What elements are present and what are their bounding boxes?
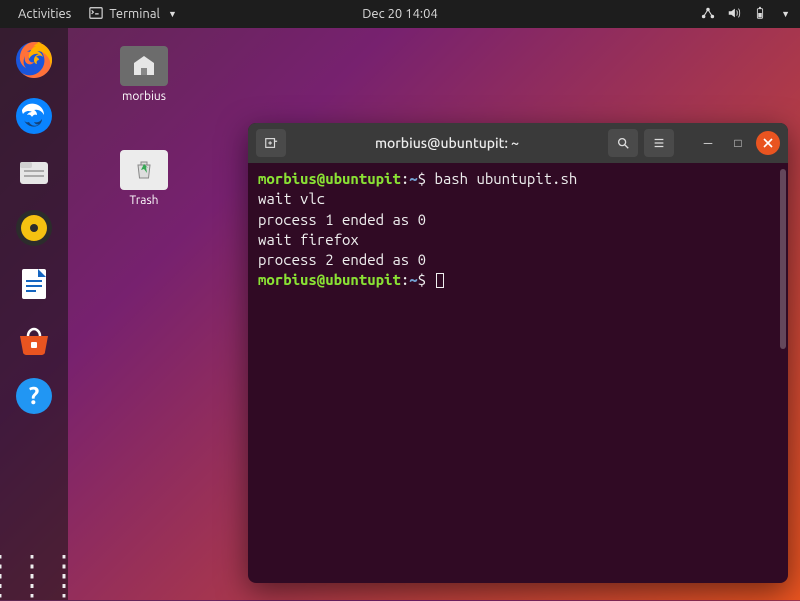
rhythmbox-icon[interactable]	[10, 204, 58, 252]
app-menu[interactable]: Terminal ▼	[79, 6, 187, 23]
new-tab-button[interactable]	[256, 129, 286, 157]
desktop[interactable]: morbius Trash morbius@ubuntupit: ~ ─ □	[68, 28, 800, 600]
files-icon[interactable]	[10, 148, 58, 196]
hamburger-menu-button[interactable]	[644, 129, 674, 157]
chevron-down-icon: ▼	[168, 9, 177, 19]
help-icon[interactable]: ?	[10, 372, 58, 420]
libreoffice-writer-icon[interactable]	[10, 260, 58, 308]
terminal-icon	[89, 6, 103, 23]
maximize-button[interactable]: □	[726, 131, 750, 155]
minimize-button[interactable]: ─	[696, 131, 720, 155]
close-button[interactable]	[756, 131, 780, 155]
trash[interactable]: Trash	[108, 150, 180, 207]
terminal-body[interactable]: morbius@ubuntupit:~$ bash ubuntupit.sh w…	[248, 163, 788, 583]
ubuntu-software-icon[interactable]	[10, 316, 58, 364]
network-icon[interactable]	[701, 6, 715, 23]
thunderbird-icon[interactable]	[10, 92, 58, 140]
terminal-line: wait vlc	[258, 189, 778, 209]
svg-text:?: ?	[29, 382, 40, 409]
terminal-line: morbius@ubuntupit:~$	[258, 270, 778, 290]
volume-icon[interactable]	[727, 6, 741, 23]
show-applications-button[interactable]: ⋮⋮⋮⋮⋮⋮⋮⋮⋮	[10, 552, 58, 600]
cursor	[436, 273, 444, 288]
clock[interactable]: Dec 20 14:04	[362, 7, 438, 21]
top-bar: Activities Terminal ▼ Dec 20 14:04 ▼	[0, 0, 800, 28]
terminal-window: morbius@ubuntupit: ~ ─ □ morbius@ubuntup…	[248, 123, 788, 583]
terminal-line: wait firefox	[258, 230, 778, 250]
firefox-icon[interactable]	[10, 36, 58, 84]
trash-icon	[120, 150, 168, 190]
titlebar[interactable]: morbius@ubuntupit: ~ ─ □	[248, 123, 788, 163]
system-tray: ▼	[701, 6, 790, 23]
chevron-down-icon[interactable]: ▼	[781, 9, 790, 19]
app-menu-label: Terminal	[109, 7, 160, 21]
folder-icon	[120, 46, 168, 86]
terminal-line: process 2 ended as 0	[258, 250, 778, 270]
battery-icon[interactable]	[753, 6, 767, 23]
dock: ? ⋮⋮⋮⋮⋮⋮⋮⋮⋮	[0, 28, 68, 600]
home-folder-label: morbius	[108, 90, 180, 103]
window-title: morbius@ubuntupit: ~	[292, 135, 602, 151]
terminal-line: process 1 ended as 0	[258, 210, 778, 230]
scrollbar[interactable]	[780, 169, 786, 349]
trash-label: Trash	[108, 194, 180, 207]
terminal-line: morbius@ubuntupit:~$ bash ubuntupit.sh	[258, 169, 778, 189]
search-button[interactable]	[608, 129, 638, 157]
activities-button[interactable]: Activities	[10, 7, 79, 21]
apps-grid-icon: ⋮⋮⋮⋮⋮⋮⋮⋮⋮	[0, 561, 82, 591]
home-folder[interactable]: morbius	[108, 46, 180, 103]
